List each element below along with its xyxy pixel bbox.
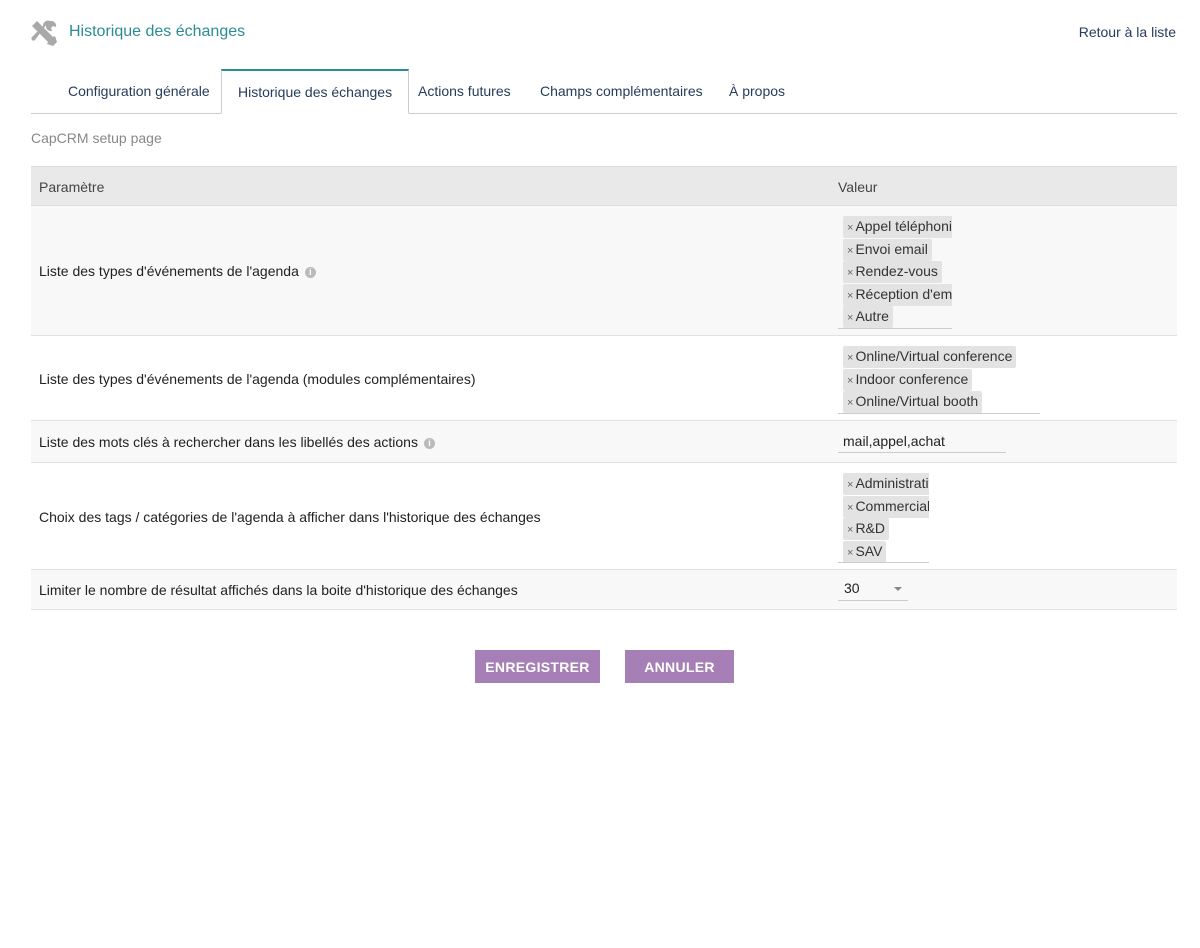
tab-exchange-history[interactable]: Historique des échanges bbox=[221, 69, 410, 114]
chip: × R&D bbox=[843, 518, 929, 540]
keywords-input[interactable] bbox=[838, 429, 1006, 453]
tab-about[interactable]: À propos bbox=[713, 69, 801, 113]
save-button[interactable]: ENREGISTRER bbox=[475, 650, 600, 683]
tab-bar: Configuration générale Historique des éc… bbox=[31, 69, 1177, 114]
chip: × Online/Virtual conference bbox=[843, 346, 1040, 368]
chip: ×Appel téléphonique bbox=[843, 216, 952, 238]
param-label: Liste des mots clés à rechercher dans le… bbox=[39, 434, 418, 450]
remove-chip-icon[interactable]: × bbox=[847, 267, 853, 279]
tab-future-actions[interactable]: Actions futures bbox=[402, 69, 527, 113]
table-row: Limiter le nombre de résultat affichés d… bbox=[31, 570, 1177, 610]
tools-icon bbox=[31, 20, 57, 46]
remove-chip-icon[interactable]: × bbox=[847, 547, 853, 559]
chip: × Envoi email bbox=[843, 238, 952, 261]
remove-chip-icon[interactable]: × bbox=[847, 397, 853, 409]
tab-extra-fields[interactable]: Champs complémentaires bbox=[524, 69, 719, 113]
table-header: Paramètre Valeur bbox=[31, 166, 1177, 206]
remove-chip-icon[interactable]: × bbox=[847, 290, 853, 302]
table-row: Liste des mots clés à rechercher dans le… bbox=[31, 421, 1177, 463]
chip: × Administratif bbox=[843, 473, 929, 495]
remove-chip-icon[interactable]: × bbox=[847, 502, 853, 514]
column-header-value: Valeur bbox=[838, 179, 878, 195]
column-header-param: Paramètre bbox=[39, 179, 105, 195]
cancel-button[interactable]: ANNULER bbox=[625, 650, 734, 683]
info-icon[interactable]: i bbox=[304, 266, 316, 278]
result-limit-select[interactable]: 30 bbox=[838, 577, 908, 601]
dropdown-arrow-icon bbox=[894, 587, 902, 591]
chip: ×Réception d'email bbox=[843, 283, 952, 306]
tags-multiselect[interactable]: × Administratif × Commercial × R&D × SAV bbox=[838, 473, 929, 563]
table-row: Liste des types d'événements de l'agenda… bbox=[31, 206, 1177, 336]
remove-chip-icon[interactable]: × bbox=[847, 524, 853, 536]
chip: × Rendez-vous bbox=[843, 261, 952, 283]
back-to-list-link[interactable]: Retour à la liste bbox=[1079, 24, 1176, 40]
select-value: 30 bbox=[844, 580, 860, 596]
tab-general-config[interactable]: Configuration générale bbox=[52, 69, 226, 113]
info-icon[interactable]: i bbox=[423, 437, 435, 449]
param-label: Liste des types d'événements de l'agenda bbox=[39, 263, 299, 279]
chip: × Indoor conference bbox=[843, 368, 1040, 391]
remove-chip-icon[interactable]: × bbox=[847, 352, 853, 364]
chip: × SAV bbox=[843, 540, 929, 562]
page-header: Historique des échanges Retour à la list… bbox=[0, 0, 1200, 64]
chip: × Commercial bbox=[843, 495, 929, 518]
remove-chip-icon[interactable]: × bbox=[847, 375, 853, 387]
remove-chip-icon[interactable]: × bbox=[847, 245, 853, 257]
remove-chip-icon[interactable]: × bbox=[847, 222, 853, 234]
remove-chip-icon[interactable]: × bbox=[847, 312, 853, 324]
table-row: Liste des types d'événements de l'agenda… bbox=[31, 336, 1177, 421]
extra-event-types-multiselect[interactable]: × Online/Virtual conference × Indoor confe… bbox=[838, 346, 1040, 414]
setup-subtitle: CapCRM setup page bbox=[31, 130, 162, 146]
remove-chip-icon[interactable]: × bbox=[847, 479, 853, 491]
chip: × Online/Virtual booth bbox=[843, 391, 1040, 413]
chip: × Autre bbox=[843, 306, 952, 328]
param-label: Limiter le nombre de résultat affichés d… bbox=[39, 582, 518, 598]
table-row: Choix des tags / catégories de l'agenda … bbox=[31, 463, 1177, 570]
page-title: Historique des échanges bbox=[69, 23, 246, 40]
event-types-multiselect[interactable]: ×Appel téléphonique ×Envoi email ×Rendez… bbox=[838, 216, 952, 329]
param-label: Liste des types d'événements de l'agenda… bbox=[39, 371, 476, 387]
param-label: Choix des tags / catégories de l'agenda … bbox=[39, 509, 541, 525]
